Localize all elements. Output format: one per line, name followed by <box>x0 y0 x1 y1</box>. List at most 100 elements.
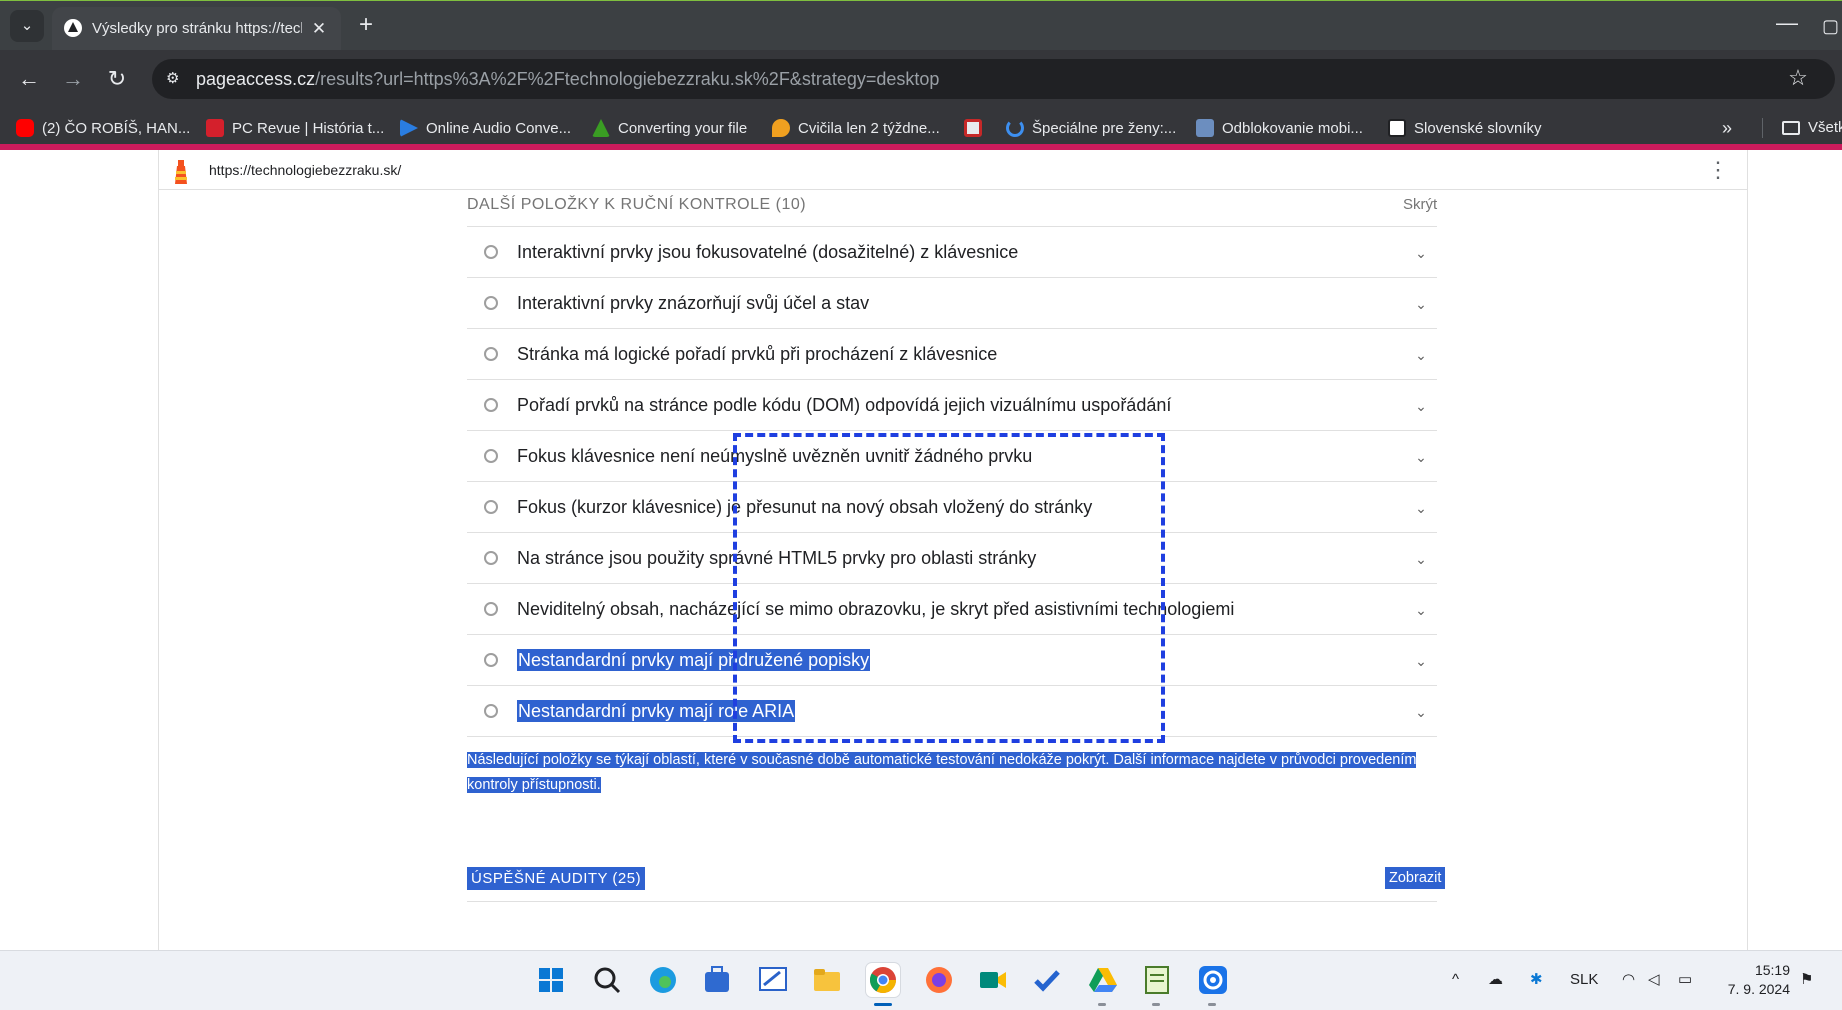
volume-icon[interactable]: ◁ <box>1648 969 1660 991</box>
maximize-button[interactable]: ▢ <box>1822 13 1842 39</box>
audit-item[interactable]: Interaktivní prvky jsou fokusovatelné (d… <box>467 226 1437 277</box>
address-bar[interactable]: ⚙ pageaccess.cz/results?url=https%3A%2F%… <box>152 59 1835 99</box>
windows-start-icon[interactable] <box>534 963 568 997</box>
clock-date: 7. 9. 2024 <box>1727 981 1790 997</box>
bookmark-item[interactable]: Špeciálne pre ženy:... <box>1006 116 1176 140</box>
focus-indicator-box <box>733 433 1165 743</box>
chrome-icon[interactable] <box>866 963 900 997</box>
youtube-icon <box>16 119 34 137</box>
chevron-down-icon[interactable]: ⌄ <box>1411 243 1431 263</box>
chevron-down-icon[interactable]: ⌄ <box>1411 549 1431 569</box>
taskbar: ^ ☁ ✱ SLK ◠ ◁ ▭ 15:19 7. 9. 2024 ⚑ <box>0 950 1842 1010</box>
audit-label: Stránka má logické pořadí prvků při proc… <box>517 344 998 364</box>
folder-icon <box>1782 121 1800 135</box>
chevron-down-icon[interactable]: ⌄ <box>1411 396 1431 416</box>
bookmark-item[interactable]: Cvičila len 2 týždne... <box>772 116 940 140</box>
search-icon[interactable] <box>590 963 624 997</box>
manual-checks-note-text: Následující položky se týkají oblastí, k… <box>467 752 1417 793</box>
bookmark-item[interactable]: Converting your file <box>592 116 747 140</box>
bookmarks-overflow-button[interactable]: » <box>1722 116 1744 140</box>
url-host: pageaccess.cz <box>196 69 316 89</box>
bookmark-item[interactable]: Online Audio Conve... <box>400 116 571 140</box>
browser-toolbar: ← → ↻ ⚙ pageaccess.cz/results?url=https%… <box>0 50 1842 108</box>
hook-icon <box>1006 119 1024 137</box>
status-circle-icon <box>484 500 498 514</box>
manual-checks-note: Následující položky se týkají oblastí, k… <box>467 748 1457 798</box>
chevron-down-icon[interactable]: ⌄ <box>1411 447 1431 467</box>
chevron-down-icon[interactable]: ⌄ <box>1411 600 1431 620</box>
notepad-icon[interactable] <box>1140 963 1174 997</box>
status-circle-icon <box>484 449 498 463</box>
tab-close-icon[interactable]: ✕ <box>307 17 331 41</box>
more-options-icon[interactable]: ⋮ <box>1707 158 1729 182</box>
google-drive-icon[interactable] <box>1086 963 1120 997</box>
new-tab-button[interactable]: + <box>352 11 380 39</box>
meet-icon[interactable] <box>976 963 1010 997</box>
report-url: https://technologiebezzraku.sk/ <box>209 162 402 178</box>
status-circle-icon <box>484 653 498 667</box>
bookmark-label: Cvičila len 2 týždne... <box>798 119 940 137</box>
tab-search-button[interactable]: ⌄ <box>10 10 44 42</box>
audit-item[interactable]: Pořadí prvků na stránce podle kódu (DOM)… <box>467 379 1437 430</box>
bookmark-star-icon[interactable]: ☆ <box>1785 65 1811 91</box>
bookmark-item[interactable]: (2) ČO ROBÍŠ, HAN... <box>16 116 190 140</box>
chevron-down-icon[interactable]: ⌄ <box>1411 498 1431 518</box>
bookmark-item[interactable]: Odblokovanie mobi... <box>1196 116 1363 140</box>
url-path: /results?url=https%3A%2F%2Ftechnologiebe… <box>315 69 940 89</box>
bookmark-label: Slovenské slovníky <box>1414 119 1542 137</box>
back-button[interactable]: ← <box>14 64 44 94</box>
settings-icon[interactable] <box>1196 963 1230 997</box>
onedrive-icon[interactable]: ☁ <box>1488 969 1503 991</box>
bookmark-label: Odblokovanie mobi... <box>1222 119 1363 137</box>
whiteboard-icon[interactable] <box>756 963 790 997</box>
edge-icon[interactable] <box>646 963 680 997</box>
converter-icon <box>592 119 610 137</box>
site-info-icon[interactable]: ⚙ <box>166 69 188 89</box>
pc-icon <box>1196 119 1214 137</box>
forward-button[interactable]: → <box>58 64 88 94</box>
bookmark-item[interactable]: PC Revue | História t... <box>206 116 384 140</box>
chevron-down-icon[interactable]: ⌄ <box>1411 294 1431 314</box>
battery-icon[interactable]: ▭ <box>1678 969 1692 991</box>
url-text[interactable]: pageaccess.cz/results?url=https%3A%2F%2F… <box>196 68 939 90</box>
language-indicator[interactable]: SLK <box>1570 969 1598 991</box>
bookmark-item[interactable] <box>964 116 990 140</box>
notifications-icon[interactable]: ⚑ <box>1800 969 1813 991</box>
store-icon[interactable] <box>700 963 734 997</box>
report-topbar: https://technologiebezzraku.sk/ ⋮ <box>159 150 1747 190</box>
show-button[interactable]: Zobrazit <box>1385 867 1446 889</box>
file-explorer-icon[interactable] <box>810 963 844 997</box>
firefox-icon[interactable] <box>922 963 956 997</box>
chevron-down-icon[interactable]: ⌄ <box>1411 702 1431 722</box>
status-circle-icon <box>484 602 498 616</box>
audit-label: Interaktivní prvky znázorňují svůj účel … <box>517 293 870 313</box>
tab-strip: ⌄ Výsledky pro stránku https://technolog… <box>0 0 1842 51</box>
bookmark-label: Online Audio Conve... <box>426 119 572 137</box>
active-tab[interactable]: Výsledky pro stránku https://technologie… <box>52 7 341 51</box>
passed-audits-title: ÚSPĚŠNÉ AUDITY (25) <box>467 867 646 890</box>
chevron-down-icon[interactable]: ⌄ <box>1411 345 1431 365</box>
audit-item[interactable]: Interaktivní prvky znázorňují svůj účel … <box>467 277 1437 328</box>
todo-icon[interactable] <box>1030 963 1064 997</box>
audit-label: Interaktivní prvky jsou fokusovatelné (d… <box>517 242 1019 262</box>
tab-title: Výsledky pro stránku https://technologie… <box>92 20 302 37</box>
hide-button[interactable]: Skrýt <box>1403 196 1437 213</box>
bluetooth-icon[interactable]: ✱ <box>1530 969 1543 991</box>
reload-button[interactable]: ↻ <box>102 64 132 94</box>
status-circle-icon <box>484 296 498 310</box>
running-indicator <box>1152 1003 1160 1006</box>
minimize-button[interactable]: — <box>1772 11 1802 41</box>
audit-item[interactable]: Stránka má logické pořadí prvků při proc… <box>467 328 1437 379</box>
bookmark-item[interactable]: Slovenské slovníky <box>1388 116 1542 140</box>
bookmark-label: (2) ČO ROBÍŠ, HAN... <box>42 119 191 137</box>
chevron-down-icon[interactable]: ⌄ <box>1411 651 1431 671</box>
tray-overflow-icon[interactable]: ^ <box>1452 969 1459 991</box>
red-app-icon <box>964 119 982 137</box>
wifi-icon[interactable]: ◠ <box>1622 969 1635 991</box>
clock[interactable]: 15:19 7. 9. 2024 <box>1724 961 1790 999</box>
audit-label: Pořadí prvků na stránce podle kódu (DOM)… <box>517 395 1172 415</box>
running-indicator <box>1208 1003 1216 1006</box>
all-bookmarks-button[interactable]: Všetky <box>1782 116 1842 140</box>
passed-divider <box>467 901 1437 902</box>
pcrevue-icon <box>206 119 224 137</box>
